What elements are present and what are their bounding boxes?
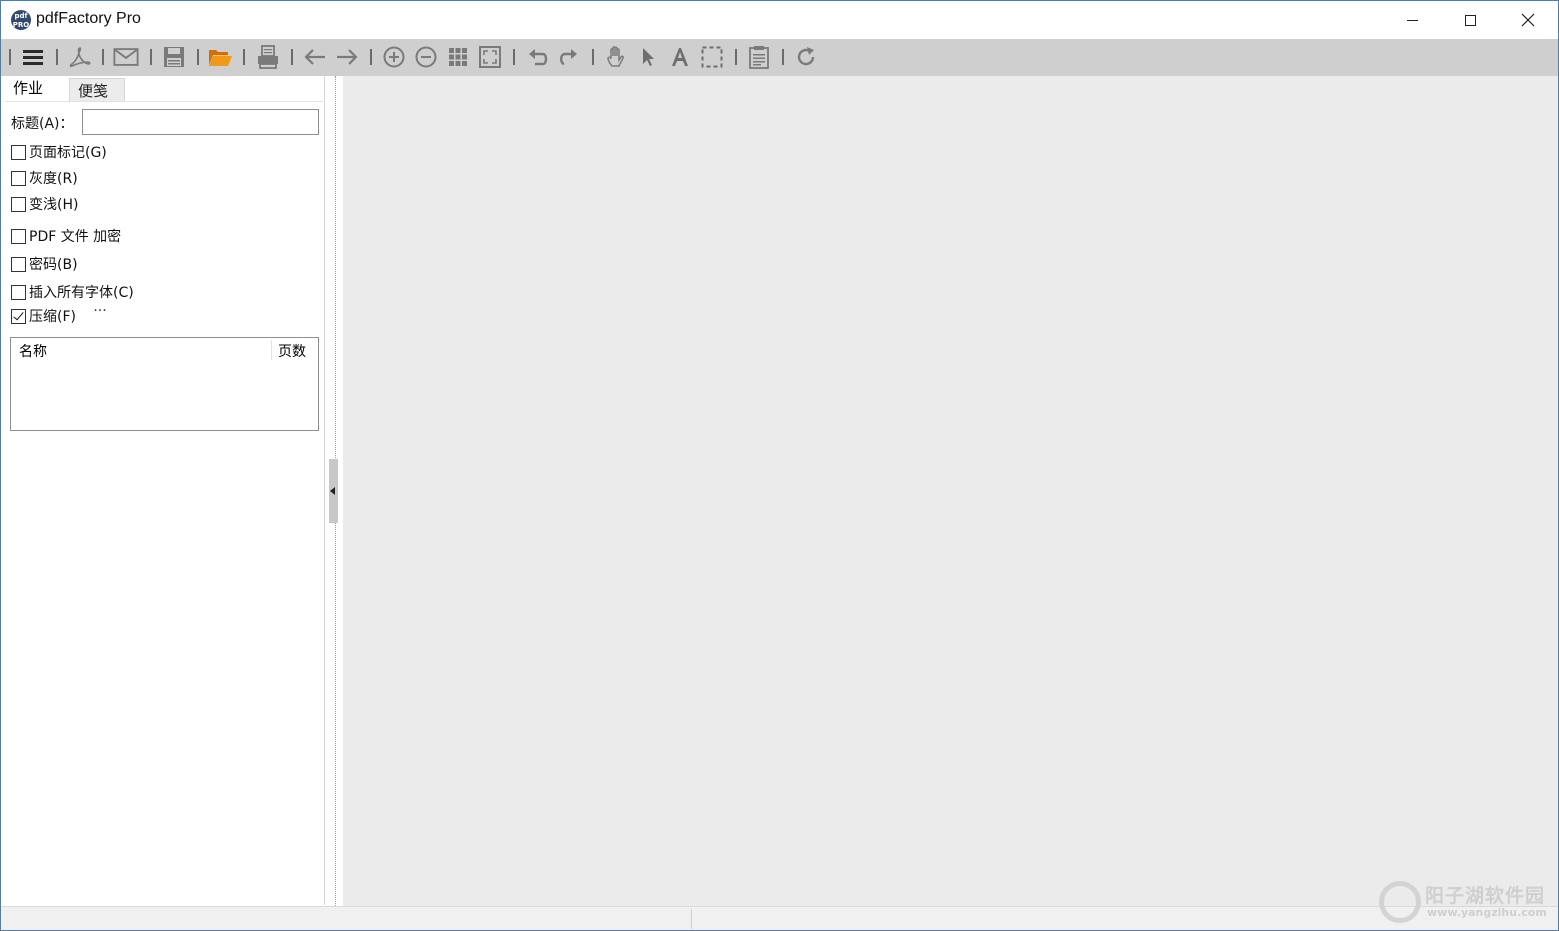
password-label: 密码(B) bbox=[29, 257, 78, 273]
grayscale-label: 灰度(R) bbox=[29, 171, 78, 187]
email-button[interactable] bbox=[113, 44, 139, 70]
save-icon bbox=[164, 47, 184, 67]
status-bar bbox=[1, 906, 1558, 930]
collapse-panel-handle[interactable] bbox=[329, 459, 338, 523]
previous-page-button[interactable] bbox=[302, 44, 328, 70]
open-button[interactable] bbox=[207, 44, 233, 70]
minimize-button[interactable] bbox=[1383, 1, 1441, 39]
print-icon bbox=[258, 45, 278, 69]
maximize-button[interactable] bbox=[1441, 1, 1499, 39]
email-icon bbox=[113, 48, 139, 66]
redo-button[interactable] bbox=[555, 44, 581, 70]
pdf-encrypt-checkbox[interactable] bbox=[11, 229, 26, 244]
password-checkbox[interactable] bbox=[11, 257, 26, 272]
title-input[interactable] bbox=[82, 109, 319, 135]
title-label: 标题(A)： bbox=[11, 116, 74, 132]
toolbar-separator bbox=[782, 49, 784, 65]
embed-fonts-checkbox[interactable] bbox=[11, 285, 26, 300]
marquee-select-button[interactable] bbox=[699, 44, 725, 70]
text-tool-icon bbox=[672, 48, 688, 66]
refresh-icon bbox=[797, 47, 815, 66]
print-button[interactable] bbox=[255, 44, 281, 70]
refresh-button[interactable] bbox=[793, 44, 819, 70]
undo-icon bbox=[529, 49, 548, 66]
column-header-name[interactable]: 名称 bbox=[19, 341, 47, 361]
column-divider[interactable] bbox=[271, 340, 272, 360]
lighten-checkbox[interactable] bbox=[11, 197, 26, 212]
zoom-in-button[interactable] bbox=[381, 44, 407, 70]
left-panel: 作业 便笺 标题(A)： 页面标记(G) 灰度(R) 变浅(H) PDF 文件 … bbox=[3, 76, 325, 905]
panel-splitter[interactable] bbox=[325, 76, 343, 906]
window-title: pdfFactory Pro bbox=[36, 10, 141, 27]
toolbar-separator bbox=[150, 49, 152, 65]
open-folder-icon bbox=[209, 50, 232, 66]
toolbar-separator bbox=[197, 49, 199, 65]
file-list[interactable]: 名称 页数 bbox=[10, 337, 319, 431]
hand-tool-icon bbox=[607, 46, 624, 67]
toolbar-separator bbox=[735, 49, 737, 65]
zoom-out-icon bbox=[415, 46, 437, 68]
arrow-left-icon bbox=[304, 49, 325, 65]
menu-button[interactable] bbox=[20, 44, 46, 70]
toolbar-separator bbox=[291, 49, 293, 65]
document-info-button[interactable] bbox=[746, 44, 772, 70]
text-tool-button[interactable] bbox=[667, 44, 693, 70]
thumbnails-grid-icon bbox=[449, 48, 467, 66]
tab-job[interactable]: 作业 bbox=[5, 76, 69, 102]
grayscale-checkbox[interactable] bbox=[11, 171, 26, 186]
status-bar-divider bbox=[691, 909, 692, 929]
marquee-select-icon bbox=[701, 46, 723, 68]
watermark-logo-icon bbox=[1379, 881, 1421, 923]
select-pointer-icon bbox=[643, 48, 654, 66]
toolbar-separator bbox=[243, 49, 245, 65]
compress-checkbox[interactable] bbox=[11, 309, 26, 324]
close-button[interactable] bbox=[1499, 1, 1557, 39]
arrow-right-icon bbox=[337, 49, 358, 65]
page-marks-checkbox[interactable] bbox=[11, 145, 26, 160]
compress-label: 压缩(F) bbox=[29, 309, 76, 325]
watermark-text: 阳子湖软件园 bbox=[1425, 885, 1546, 907]
close-icon bbox=[1521, 13, 1535, 27]
lighten-label: 变浅(H) bbox=[29, 197, 79, 213]
toolbar-separator bbox=[513, 49, 515, 65]
title-bar: pdf PRO pdfFactory Pro bbox=[1, 1, 1558, 39]
redo-icon bbox=[559, 49, 577, 66]
embed-fonts-label: 插入所有字体(C) bbox=[29, 285, 134, 301]
zoom-out-button[interactable] bbox=[413, 44, 439, 70]
save-button[interactable] bbox=[161, 44, 187, 70]
watermark-url: www.yangzihu.com bbox=[1427, 906, 1547, 919]
menu-icon bbox=[23, 50, 43, 65]
toolbar-separator bbox=[56, 49, 58, 65]
pdf-acrobat-icon bbox=[69, 47, 91, 68]
toolbar-separator bbox=[102, 49, 104, 65]
document-info-icon bbox=[749, 46, 769, 69]
toolbar-separator bbox=[592, 49, 594, 65]
tab-notes[interactable]: 便笺 bbox=[69, 78, 125, 102]
pdf-encrypt-label: PDF 文件 加密 bbox=[29, 229, 122, 245]
undo-button[interactable] bbox=[525, 44, 551, 70]
next-page-button[interactable] bbox=[334, 44, 360, 70]
toolbar-separator bbox=[9, 49, 11, 65]
toolbar bbox=[1, 39, 1558, 76]
toolbar-separator bbox=[370, 49, 372, 65]
app-window: pdf PRO pdfFactory Pro 作业 便笺 标题(A)： 页面标记… bbox=[0, 0, 1559, 931]
maximize-icon bbox=[1464, 14, 1476, 26]
fit-page-icon bbox=[479, 46, 501, 68]
pdf-button[interactable] bbox=[67, 44, 93, 70]
hand-tool-button[interactable] bbox=[603, 44, 629, 70]
select-button[interactable] bbox=[635, 44, 661, 70]
collapse-left-icon bbox=[330, 487, 335, 495]
page-marks-label: 页面标记(G) bbox=[29, 145, 107, 161]
preview-area[interactable] bbox=[343, 76, 1558, 906]
thumbnails-button[interactable] bbox=[445, 44, 471, 70]
zoom-in-icon bbox=[383, 46, 405, 68]
fit-page-button[interactable] bbox=[477, 44, 503, 70]
tab-divider bbox=[5, 101, 323, 102]
compress-options-button[interactable]: ··· bbox=[89, 304, 111, 321]
minimize-icon bbox=[1406, 19, 1418, 21]
column-header-pages[interactable]: 页数 bbox=[278, 341, 306, 361]
app-logo-icon: pdf PRO bbox=[11, 10, 31, 30]
